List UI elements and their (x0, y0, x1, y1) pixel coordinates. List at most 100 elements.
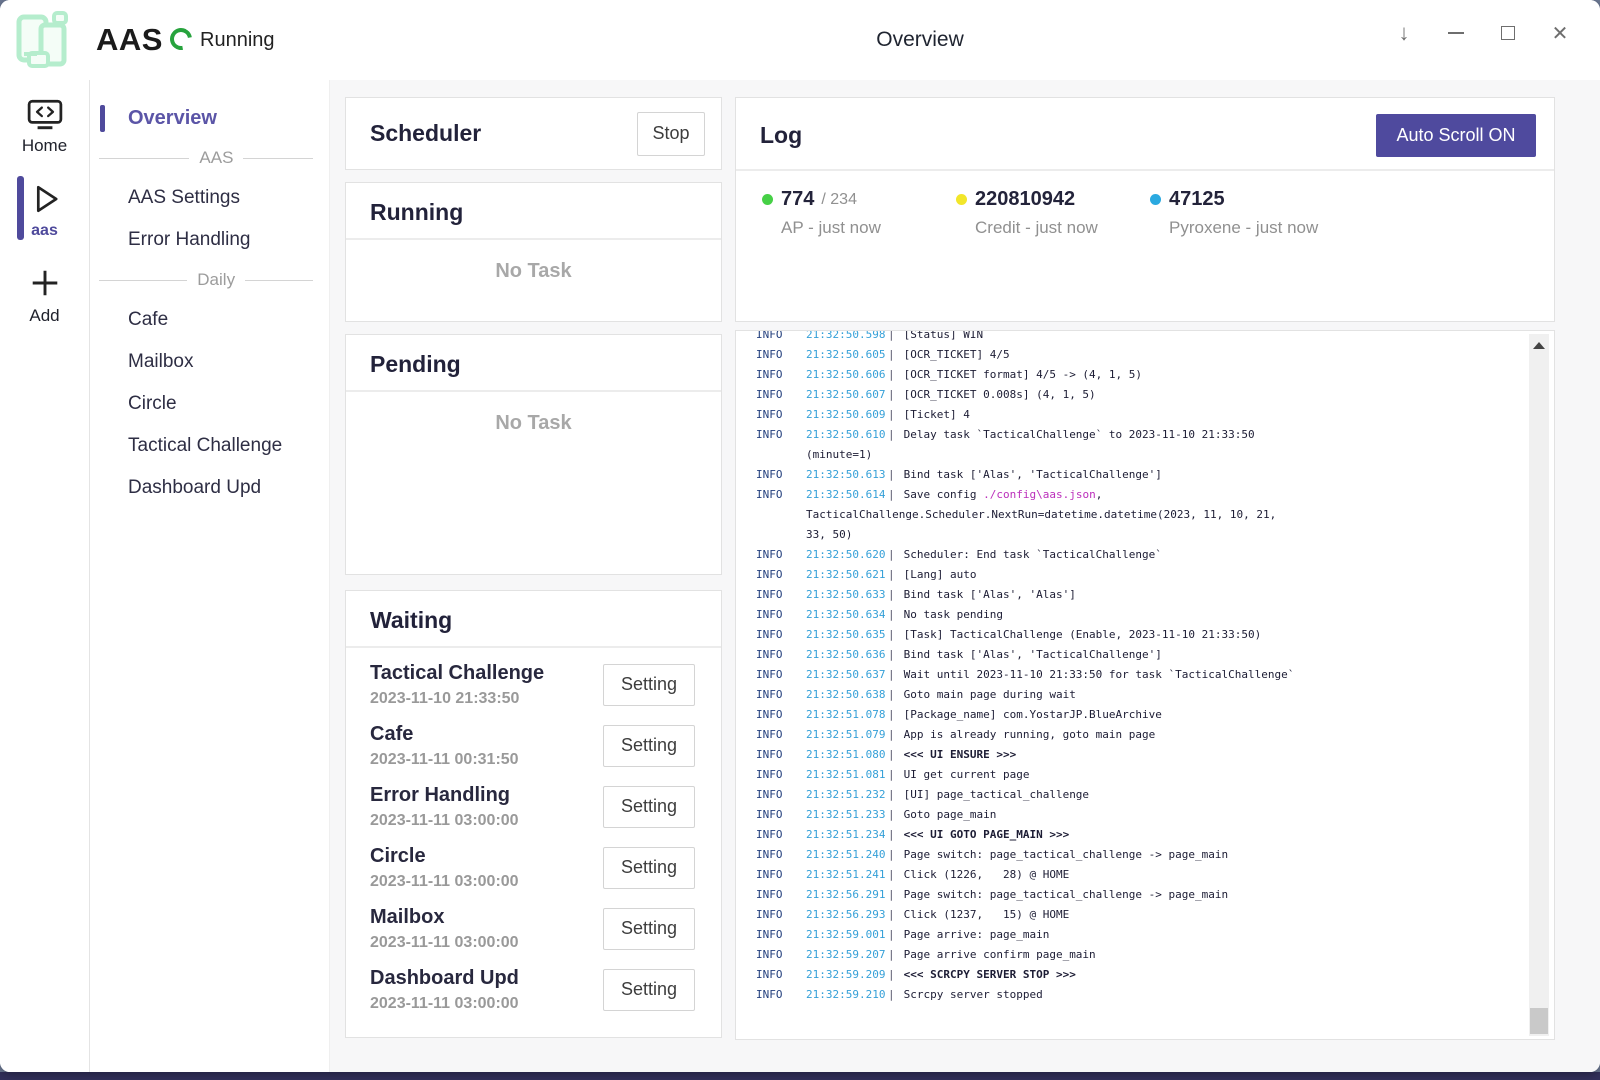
setting-button[interactable]: Setting (603, 664, 695, 706)
setting-button[interactable]: Setting (603, 969, 695, 1011)
log-message: UI get current page (904, 768, 1030, 781)
stat-value-row: 47125 (1150, 188, 1344, 211)
waiting-task-info: Error Handling2023-11-11 03:00:00 (370, 784, 519, 830)
log-level: INFO (756, 628, 806, 641)
stat-value-row: 220810942 (956, 188, 1150, 211)
sidebar-item-tactical-challenge[interactable]: Tactical Challenge (91, 425, 329, 467)
waiting-task-name: Error Handling (370, 784, 519, 807)
log-separator: | (888, 568, 895, 581)
sidebar-item-dashboard-upd[interactable]: Dashboard Upd (91, 467, 329, 509)
stat-dot (762, 194, 773, 205)
sidebar-item-cafe[interactable]: Cafe (91, 299, 329, 341)
log-separator: | (888, 988, 895, 1001)
stat-label: Pyroxene - just now (1169, 218, 1344, 238)
down-arrow-button[interactable]: ↓ (1378, 14, 1430, 52)
sidebar-item-overview[interactable]: Overview (91, 97, 329, 139)
waiting-task-row: Error Handling2023-11-11 03:00:00 Setting (370, 776, 695, 837)
sidebar-item-label: Cafe (128, 309, 168, 331)
log-separator: | (888, 788, 895, 801)
log-lines: INFO21:32:50.598|[Status] WININFO21:32:5… (736, 330, 1554, 1004)
log-timestamp: 21:32:50.606 (806, 368, 888, 381)
close-button[interactable]: ✕ (1534, 14, 1586, 52)
log-message: [Task] TacticalChallenge (Enable, 2023-1… (904, 628, 1262, 641)
log-timestamp: 21:32:59.210 (806, 988, 888, 1001)
rail-item-add[interactable]: Add (0, 246, 89, 332)
divider (346, 238, 721, 240)
log-timestamp: 21:32:51.080 (806, 748, 888, 761)
log-line-continuation: 33, 50) (756, 524, 1510, 544)
auto-scroll-button[interactable]: Auto Scroll ON (1376, 114, 1536, 157)
play-icon (26, 180, 64, 218)
scrollbar-thumb[interactable] (1530, 1008, 1548, 1034)
log-timestamp: 21:32:50.605 (806, 348, 888, 361)
log-level: INFO (756, 708, 806, 721)
log-line: INFO21:32:51.233|Goto page_main (756, 804, 1510, 824)
waiting-task-row: Dashboard Upd2023-11-11 03:00:00Setting (370, 959, 695, 1020)
log-separator: | (888, 928, 895, 941)
rail-item-label: aas (31, 222, 58, 240)
waiting-task-row: Circle2023-11-11 03:00:00 Setting (370, 837, 695, 898)
rail-item-home[interactable]: Home (0, 80, 89, 162)
nav-section-divider: Daily (91, 261, 329, 299)
log-separator: | (888, 408, 895, 421)
log-line: INFO21:32:51.079|App is already running,… (756, 724, 1510, 744)
log-line: INFO21:32:56.291|Page switch: page_tacti… (756, 884, 1510, 904)
sidebar-item-label: Mailbox (128, 351, 193, 373)
log-title: Log (760, 122, 802, 149)
maximize-button[interactable] (1482, 14, 1534, 52)
stop-button[interactable]: Stop (637, 112, 705, 156)
stat-dot (956, 194, 967, 205)
log-separator: | (888, 468, 895, 481)
log-timestamp: 21:32:50.614 (806, 488, 888, 501)
minimize-button[interactable] (1430, 14, 1482, 52)
log-line: INFO21:32:51.241|Click (1226, 28) @ HOME (756, 864, 1510, 884)
log-level: INFO (756, 988, 806, 1001)
sidebar-item-error-handling[interactable]: Error Handling (91, 219, 329, 261)
log-level: INFO (756, 568, 806, 581)
setting-button[interactable]: Setting (603, 786, 695, 828)
rail-item-aas[interactable]: aas (0, 162, 89, 246)
log-line: INFO21:32:51.081|UI get current page (756, 764, 1510, 784)
log-view[interactable]: INFO21:32:50.598|[Status] WININFO21:32:5… (735, 330, 1555, 1040)
setting-button[interactable]: Setting (603, 908, 695, 950)
waiting-task-next-run: 2023-11-11 00:31:50 (370, 751, 519, 769)
log-timestamp: 21:32:50.621 (806, 568, 888, 581)
stat-ap: 774/ 234AP - just now (762, 188, 956, 238)
setting-button[interactable]: Setting (603, 847, 695, 889)
log-message: Scheduler: End task `TacticalChallenge` (904, 548, 1162, 561)
sidebar-item-label: Tactical Challenge (128, 435, 282, 457)
sidebar-item-mailbox[interactable]: Mailbox (91, 341, 329, 383)
log-message: App is already running, goto main page (904, 728, 1156, 741)
setting-button[interactable]: Setting (603, 725, 695, 767)
divider (736, 169, 1554, 171)
plus-icon (26, 264, 64, 302)
log-message: Goto page_main (904, 808, 997, 821)
log-separator: | (888, 968, 895, 981)
log-timestamp: 21:32:50.607 (806, 388, 888, 401)
log-scrollbar[interactable] (1529, 334, 1549, 1036)
log-line: INFO21:32:50.613|Bind task ['Alas', 'Tac… (756, 464, 1510, 484)
waiting-task-name: Cafe (370, 723, 519, 746)
log-level: INFO (756, 868, 806, 881)
log-message: <<< UI ENSURE >>> (904, 748, 1017, 761)
sidebar-item-circle[interactable]: Circle (91, 383, 329, 425)
log-timestamp: 21:32:50.638 (806, 688, 888, 701)
divider-line (99, 280, 187, 281)
sidebar-item-label: Error Handling (128, 229, 251, 251)
log-separator: | (888, 548, 895, 561)
log-line: INFO21:32:51.078|[Package_name] com.Yost… (756, 704, 1510, 724)
log-separator: | (888, 348, 895, 361)
scroll-up-arrow-icon[interactable] (1533, 342, 1545, 349)
waiting-title: Waiting (370, 607, 721, 634)
sidebar-item-aas-settings[interactable]: AAS Settings (91, 177, 329, 219)
log-separator: | (888, 428, 895, 441)
log-message: [OCR_TICKET 0.008s] (4, 1, 5) (904, 388, 1096, 401)
log-message: [Ticket] 4 (904, 408, 970, 421)
log-message: <<< UI GOTO PAGE_MAIN >>> (904, 828, 1070, 841)
app-logo-icon (10, 8, 74, 72)
waiting-task-info: Circle2023-11-11 03:00:00 (370, 845, 519, 891)
stat-label: AP - just now (781, 218, 956, 238)
log-level: INFO (756, 848, 806, 861)
log-message: Click (1237, 15) @ HOME (904, 908, 1070, 921)
log-line: INFO21:32:59.001|Page arrive: page_main (756, 924, 1510, 944)
